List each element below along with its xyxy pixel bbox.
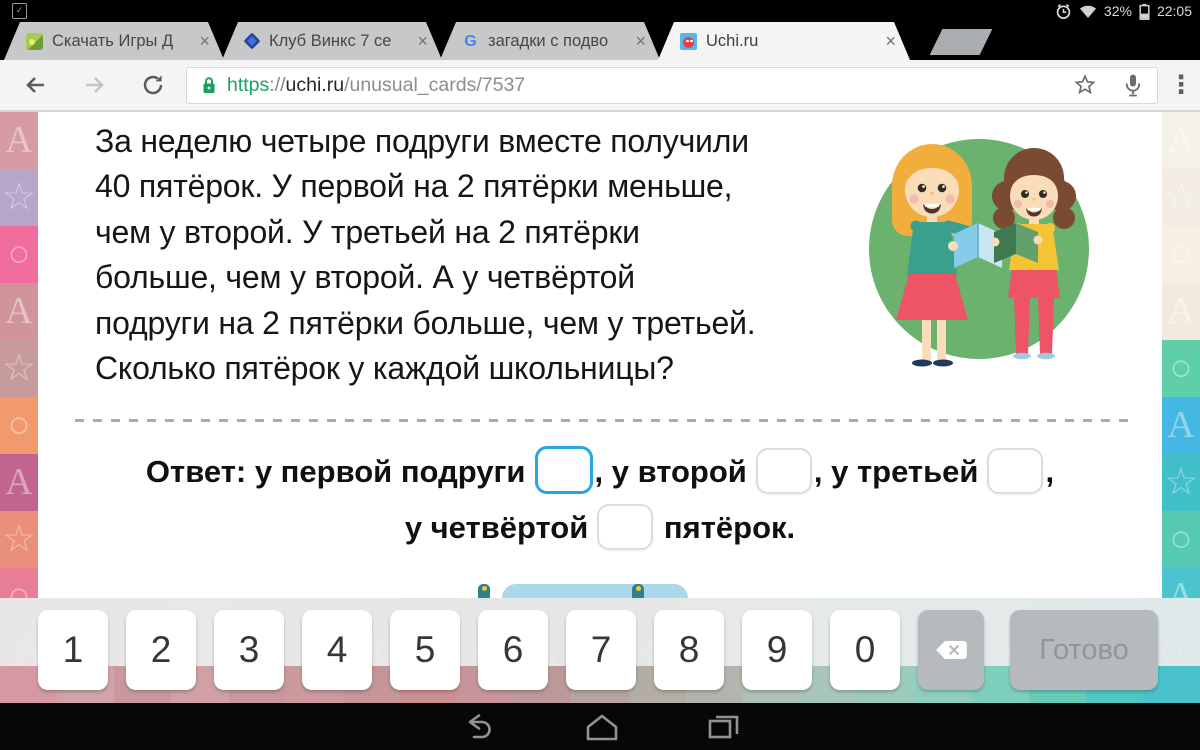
key-3[interactable]: 3 [214,610,284,690]
close-tab-icon[interactable]: × [885,31,896,52]
url-host: uchi.ru [285,73,345,96]
answer-area: Ответ: у первой подруги , у второй , у тре… [38,446,1162,559]
close-tab-icon[interactable]: × [199,31,210,52]
globe-tile-icon: ○ [1162,511,1200,568]
letter-a-tile-icon: A [1162,568,1200,598]
star-tile-icon: ☆ [0,511,38,568]
browser-toolbar: https://uchi.ru/unusual_cards/7537 ⋮ [0,60,1200,110]
tab-uchi-ru[interactable]: Uchi.ru × [658,22,910,60]
url-path: /unusual_cards/7537 [344,73,526,96]
close-tab-icon[interactable]: × [417,31,428,52]
google-favicon: G [464,32,477,50]
answer-text: , у второй [594,454,747,489]
android-status-bar: ✓ 32% 22:05 [0,0,1200,22]
close-tab-icon[interactable]: × [635,31,646,52]
key-6[interactable]: 6 [478,610,548,690]
back-nav-icon[interactable] [458,712,494,742]
key-8[interactable]: 8 [654,610,724,690]
task-card: За неделю четыре подруги вместе получили… [38,112,1162,598]
url-text: https://uchi.ru/unusual_cards/7537 [227,74,1073,97]
lock-icon [203,77,215,93]
reload-icon[interactable] [140,72,166,98]
star-icon[interactable] [1073,73,1097,97]
star-tile-icon: ☆ [0,340,38,397]
two-schoolgirls-illustration [869,139,1089,367]
key-7[interactable]: 7 [566,610,636,690]
overflow-menu-icon[interactable]: ⋮ [1168,70,1194,100]
mic-icon[interactable] [1123,73,1143,98]
answer-text: у четвёртой [404,510,589,545]
alarm-icon [1056,3,1071,19]
games-site-favicon [26,33,43,50]
uchi-favicon [680,33,697,50]
background-tile-strip-left: A ☆ ○ A ☆ ○ A ☆ ○ [0,112,38,598]
key-9[interactable]: 9 [742,610,812,690]
forward-icon[interactable] [82,72,108,98]
tab-title: Скачать Игры Д [52,31,174,50]
screenshot-notification-icon: ✓ [12,3,27,19]
clock-text: 22:05 [1156,3,1192,19]
url-separator: :// [269,73,286,96]
answer-input-3[interactable] [987,448,1044,494]
key-5[interactable]: 5 [390,610,460,690]
globe-tile-icon: ○ [1162,340,1200,397]
tab-title: Uchi.ru [706,31,759,50]
answer-line-2: у четвёртой пятёрок. [38,503,1162,553]
webpage-content: A☆○A☆○A☆○ A☆○A○A☆○A A☆○A☆○A☆○A☆○A☆○A☆○A☆… [0,112,1200,703]
android-nav-bar [0,703,1200,750]
key-0[interactable]: 0 [830,610,900,690]
globe-tile-icon: ○ [1162,226,1200,283]
url-scheme: https [227,73,270,96]
recents-nav-icon[interactable] [706,712,742,742]
tab-title: Клуб Винкс 7 се [269,31,392,50]
globe-tile-icon: ○ [0,226,38,283]
star-tile-icon: ☆ [1162,169,1200,226]
backspace-icon [936,641,967,659]
tab-winx-site[interactable]: Клуб Винкс 7 се × [222,22,442,60]
wifi-icon [1079,5,1096,18]
problem-text: За неделю четыре подруги вместе получили… [95,123,756,387]
answer-text: пятёрок. [663,510,796,545]
letter-a-tile-icon: A [1162,283,1200,340]
url-omnibox[interactable]: https://uchi.ru/unusual_cards/7537 [186,66,1158,104]
letter-a-tile-icon: A [1162,397,1200,454]
answer-line-1: Ответ: у первой подруги , у второй , у тре… [38,446,1162,497]
letter-a-tile-icon: A [1162,112,1200,169]
battery-icon [1139,3,1150,20]
letter-a-tile-icon: A [0,283,38,340]
browser-tab-strip: Скачать Игры Д × Клуб Винкс 7 се × G заг… [0,22,1200,60]
globe-tile-icon: ○ [0,397,38,454]
new-tab-button[interactable] [929,29,993,55]
answer-input-2[interactable] [755,448,812,494]
letter-a-tile-icon: A [0,112,38,169]
battery-percent-text: 32% [1103,3,1132,19]
done-key[interactable]: Готово [1010,610,1158,690]
letter-a-tile-icon: A [0,454,38,511]
tab-title: загадки с подво [488,31,609,50]
star-tile-icon: ☆ [1162,454,1200,511]
answer-text: , у третьей [813,454,979,489]
globe-tile-icon: ○ [0,568,38,598]
tab-google-search[interactable]: G загадки с подво × [440,22,660,60]
backspace-key[interactable] [918,610,984,690]
key-1[interactable]: 1 [38,610,108,690]
answer-input-1[interactable] [534,446,593,494]
answer-text: Ответ: у первой подруги [145,454,526,489]
tab-games-site[interactable]: Скачать Игры Д × [4,22,224,60]
key-2[interactable]: 2 [126,610,196,690]
star-tile-icon: ☆ [0,169,38,226]
background-tile-strip-right: A ☆ ○ A ○ A ☆ ○ A [1162,112,1200,598]
toolbar-divider [0,110,1200,112]
home-nav-icon[interactable] [584,712,620,742]
answer-text: , [1045,454,1055,489]
dashed-separator [75,419,1133,422]
winx-site-favicon [244,33,261,50]
key-4[interactable]: 4 [302,610,372,690]
back-icon[interactable] [22,72,48,98]
answer-input-4[interactable] [597,504,654,550]
